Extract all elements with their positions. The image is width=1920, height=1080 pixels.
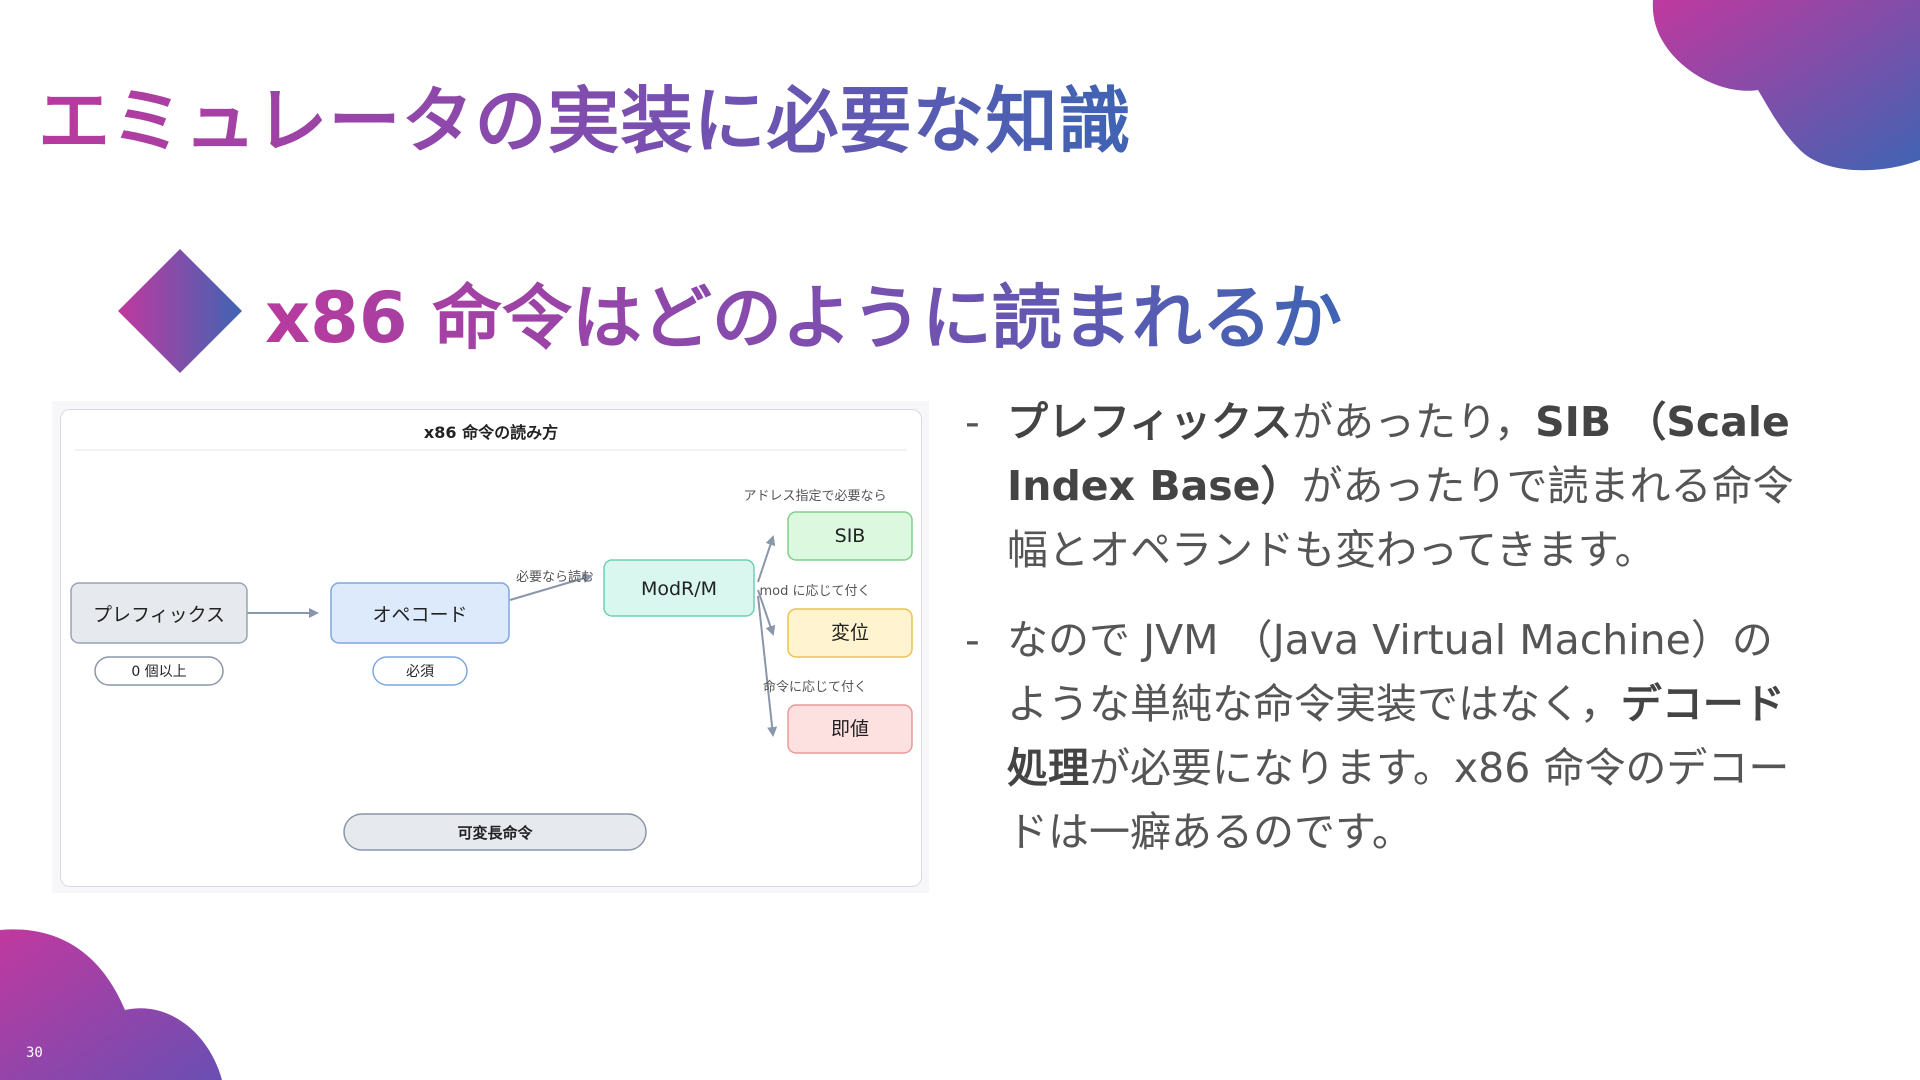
node-displacement-label: 変位 — [831, 622, 869, 644]
bullet-dash: - — [965, 398, 980, 446]
edge-modrm-imm — [757, 595, 778, 737]
edge-label-modrm-disp: mod に応じて付く — [759, 584, 870, 599]
edge-label-opcode-modrm: 必要なら読む — [516, 569, 594, 585]
bullet-text-strong: プレフィックス — [1007, 398, 1292, 446]
node-prefix-label: プレフィックス — [93, 604, 225, 626]
diagram-title: x86 命令の読み方 — [424, 423, 558, 442]
diagram-card: x86 命令の読み方 必要なら読む アドレス指定で必要なら mod に応じて付く… — [60, 409, 922, 887]
bullet-text: があったり， — [1291, 398, 1536, 446]
footer-pill-label: 可変長命令 — [457, 824, 533, 842]
node-opcode-label: オペコード — [372, 604, 467, 626]
node-modrm-label: ModR/M — [641, 578, 717, 600]
bullet-item: - プレフィックスがあったり，SIB （Scale Index Base）があっ… — [965, 390, 1795, 582]
edge-modrm-sib — [757, 535, 776, 583]
top-right-blob — [1652, 0, 1920, 171]
slide-subtitle: x86 命令はどのように読まれるか — [265, 262, 1342, 363]
edge-label-modrm-imm: 命令に応じて付く — [763, 679, 867, 695]
page-number: 30 — [26, 1045, 43, 1061]
instruction-flow-diagram: x86 命令の読み方 必要なら読む アドレス指定で必要なら mod に応じて付く… — [70, 423, 913, 851]
bullet-dash: - — [965, 616, 980, 664]
note-opcode-label: 必須 — [406, 664, 434, 680]
node-immediate-label: 即値 — [831, 718, 869, 740]
bullet-item: - なので JVM （Java Virtual Machine）のような単純な命… — [965, 608, 1795, 864]
bullet-text: が必要になります。x86 命令のデコードは一癖あるのです。 — [1007, 744, 1790, 856]
bullet-list: - プレフィックスがあったり，SIB （Scale Index Base）があっ… — [965, 390, 1795, 890]
note-prefix-label: 0 個以上 — [131, 664, 186, 680]
diagram-panel: x86 命令の読み方 必要なら読む アドレス指定で必要なら mod に応じて付く… — [52, 401, 929, 893]
edge-label-modrm-sib: アドレス指定で必要なら — [743, 489, 886, 504]
diamond-icon — [118, 249, 242, 373]
node-sib-label: SIB — [835, 525, 866, 547]
slide-title: エミュレータの実装に必要な知識 — [38, 62, 1132, 167]
